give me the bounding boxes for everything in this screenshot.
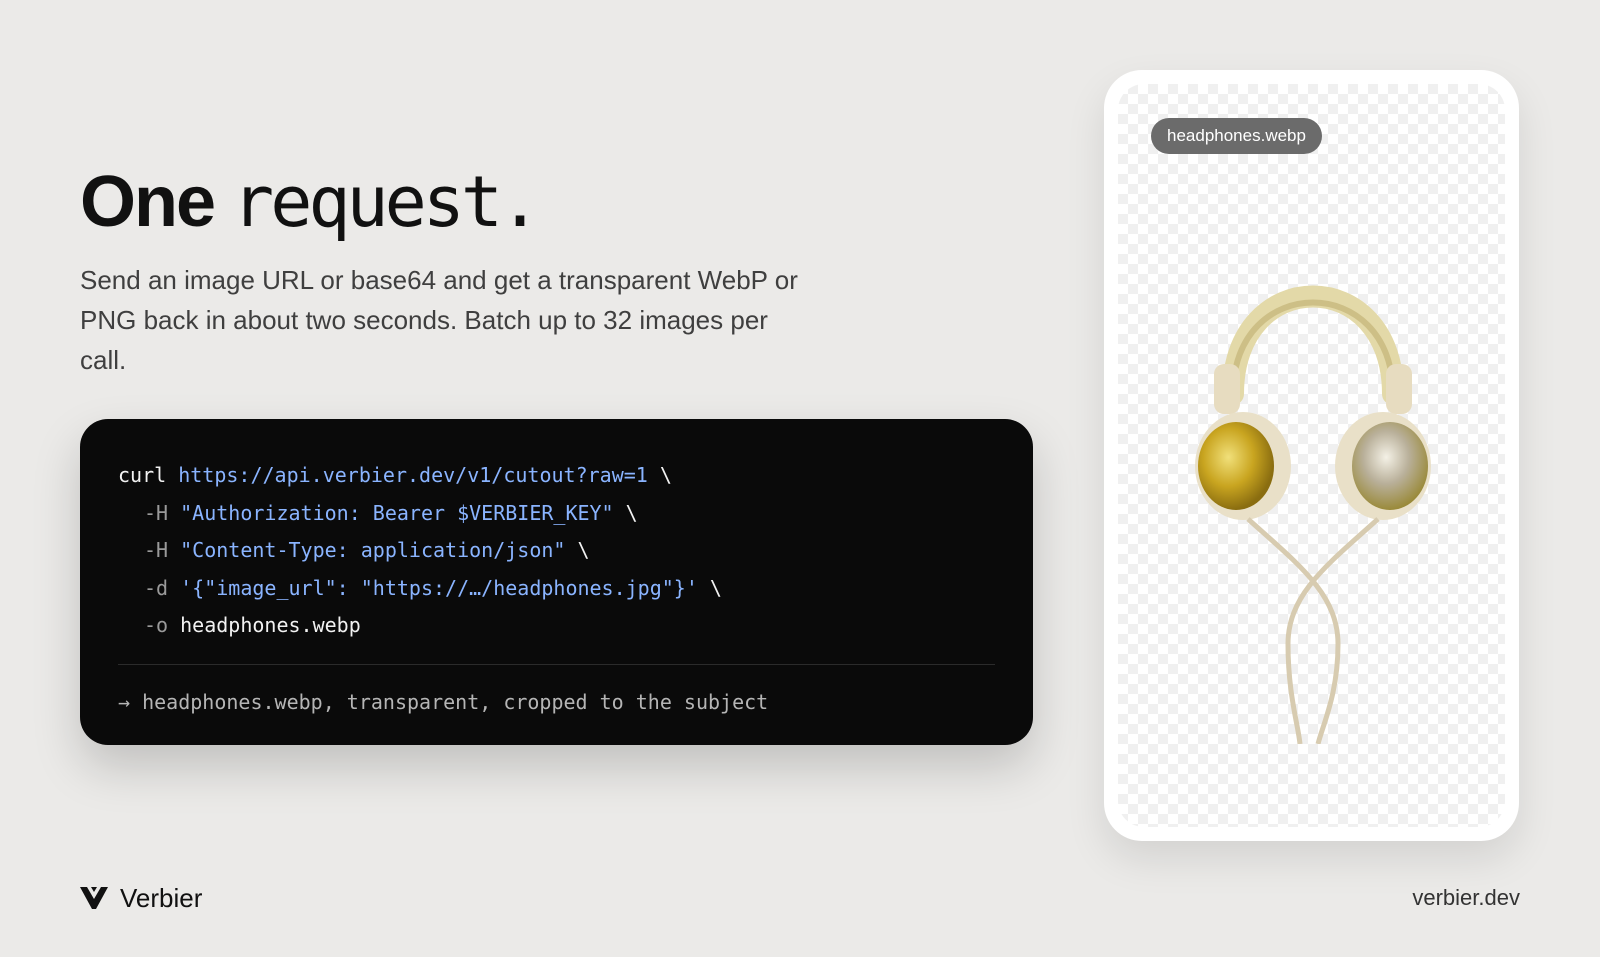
code-block: curl https://api.verbier.dev/v1/cutout?r…	[80, 419, 1033, 745]
code-token: '{"image_url": "https://…/headphones.jpg…	[180, 575, 698, 600]
code-result: → headphones.webp, transparent, cropped …	[118, 689, 769, 714]
code-line: curl https://api.verbier.dev/v1/cutout?r…	[118, 457, 995, 495]
transparent-canvas: headphones.webp	[1118, 84, 1505, 827]
code-token: curl	[118, 463, 179, 487]
code-token: -o	[144, 613, 181, 637]
code-lines: curl https://api.verbier.dev/v1/cutout?r…	[118, 457, 995, 645]
code-token: -d	[144, 575, 181, 600]
code-line: -H "Content-Type: application/json" \	[118, 532, 995, 570]
verbier-v-logo-icon	[80, 887, 108, 909]
code-token: "Content-Type: application/json"	[180, 538, 566, 562]
filename-badge: headphones.webp	[1151, 118, 1322, 154]
description: Send an image URL or base64 and get a tr…	[80, 265, 798, 375]
headphones-image	[1195, 285, 1431, 744]
code-token: \	[697, 575, 722, 600]
code-token: "Authorization: Bearer $VERBIER_KEY"	[180, 500, 614, 525]
preview-card: headphones.webp	[1104, 70, 1519, 841]
code-token: \	[613, 500, 638, 525]
code-line: -H "Authorization: Bearer $VERBIER_KEY" …	[118, 495, 995, 533]
code-token: https://api.verbier.dev/v1/cutout?raw=1	[178, 463, 648, 487]
brand-name: Verbier	[120, 882, 203, 913]
code-divider	[118, 663, 995, 665]
code-token: \	[647, 463, 672, 487]
headline: One request.	[80, 160, 541, 244]
code-token: \	[565, 538, 590, 562]
headline-bold: One	[80, 162, 216, 242]
headline-light: request.	[232, 161, 541, 243]
brand[interactable]: Verbier	[80, 880, 202, 916]
code-token: -H	[144, 538, 181, 562]
footer-url[interactable]: verbier.dev	[1412, 880, 1520, 916]
code-token: headphones.webp	[180, 613, 361, 637]
code-token: -H	[144, 500, 181, 525]
code-line: -d '{"image_url": "https://…/headphones.…	[118, 570, 995, 608]
code-line: -o headphones.webp	[118, 607, 995, 645]
